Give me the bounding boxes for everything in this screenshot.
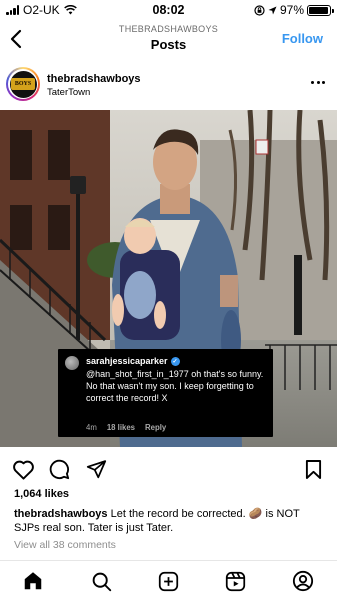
battery-percent: 97% xyxy=(279,3,304,17)
comment-meta: 4m 18 likes Reply xyxy=(86,423,166,432)
caption: thebradshawboys Let the record be correc… xyxy=(14,507,326,535)
commenter-username: sarahjessicaparker ✓ xyxy=(86,356,180,366)
post-image[interactable]: sarahjessicaparker ✓ @han_shot_first_in_… xyxy=(0,110,337,447)
commenter-avatar xyxy=(65,356,79,370)
bookmark-icon xyxy=(305,459,321,479)
send-icon xyxy=(86,460,106,479)
reels-icon xyxy=(225,571,245,591)
action-bar xyxy=(0,457,337,481)
nav-profile[interactable] xyxy=(291,569,315,593)
status-right: 97% xyxy=(254,3,334,17)
battery-fill xyxy=(309,6,329,14)
nav-home[interactable] xyxy=(21,569,45,593)
battery-icon xyxy=(307,4,334,16)
commenter-name: sarahjessicaparker xyxy=(86,356,168,366)
view-comments-link[interactable]: View all 38 comments xyxy=(14,539,116,551)
post-username[interactable]: thebradshawboys xyxy=(47,73,141,85)
like-button[interactable] xyxy=(11,457,35,481)
nav-create[interactable] xyxy=(156,569,180,593)
more-horizontal-icon xyxy=(311,81,314,84)
bottom-nav xyxy=(0,560,337,600)
comment-icon xyxy=(49,459,70,480)
embedded-comment: sarahjessicaparker ✓ @han_shot_first_in_… xyxy=(58,349,273,437)
profile-icon xyxy=(292,570,314,592)
top-nav: THEBRADSHAWBOYS Posts Follow xyxy=(0,20,337,58)
more-button[interactable] xyxy=(311,81,325,84)
search-icon xyxy=(92,572,111,591)
comment-time: 4m xyxy=(86,423,97,432)
post-location[interactable]: TaterTown xyxy=(47,87,90,98)
avatar-logo: BOYS xyxy=(11,78,35,90)
caption-username[interactable]: thebradshawboys xyxy=(14,508,108,520)
verified-icon: ✓ xyxy=(170,356,180,366)
like-count[interactable]: 1,064 likes xyxy=(14,488,69,500)
post-header: BOYS thebradshawboys TaterTown xyxy=(0,64,337,106)
comment-reply: Reply xyxy=(145,423,167,432)
comment-likes: 18 likes xyxy=(106,423,136,432)
heart-icon xyxy=(12,460,34,480)
nav-search[interactable] xyxy=(89,569,113,593)
comment-button[interactable] xyxy=(47,457,71,481)
save-button[interactable] xyxy=(301,457,325,481)
create-icon xyxy=(158,571,178,591)
avatar: BOYS xyxy=(9,70,37,98)
nav-reels[interactable] xyxy=(223,569,247,593)
comment-text: @han_shot_first_in_1977 oh that's so fun… xyxy=(86,369,264,403)
status-bar: O2-UK 08:02 97% xyxy=(0,0,337,20)
location-icon xyxy=(268,6,277,14)
home-icon xyxy=(24,572,42,590)
share-button[interactable] xyxy=(84,457,108,481)
follow-button[interactable]: Follow xyxy=(282,31,323,46)
rotation-lock-icon xyxy=(254,4,265,16)
story-ring[interactable]: BOYS xyxy=(6,67,40,101)
